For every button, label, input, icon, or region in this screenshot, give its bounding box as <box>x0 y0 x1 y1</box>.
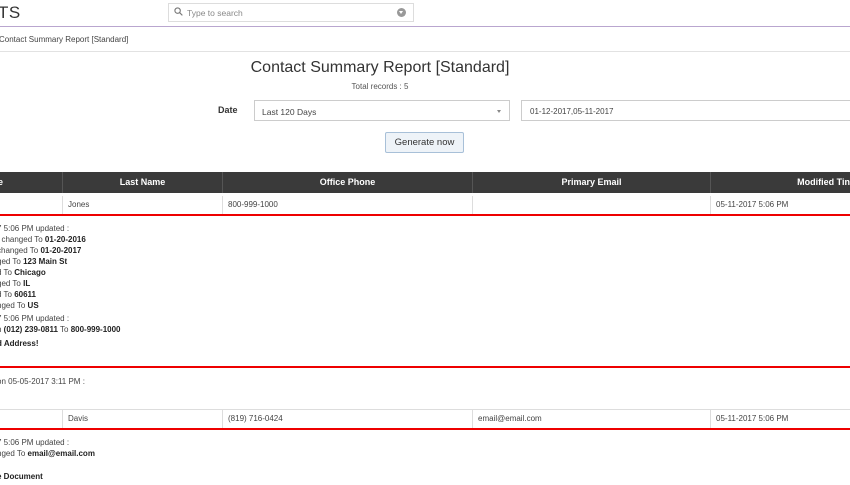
log-line: ged To IL <box>0 279 31 288</box>
app-brand[interactable]: TS <box>0 3 21 23</box>
log-line: d To Chicago <box>0 268 46 277</box>
log-line: n (012) 239-0811 To 800-999-1000 <box>0 325 121 334</box>
log-line: 7 5:06 PM updated : <box>0 224 70 233</box>
caret-down-icon <box>497 110 501 113</box>
breadcrumb-bar: Contact Summary Report [Standard] <box>0 27 850 52</box>
date-label: Date <box>218 105 238 115</box>
top-bar: TS Type to search <box>0 0 850 27</box>
log-line: 7 5:06 PM updated : <box>0 314 70 323</box>
cell-modified: 05-11-2017 5:06 PM <box>710 196 850 214</box>
log-note: d Address! <box>0 339 39 348</box>
log-note: e Document <box>0 472 43 481</box>
table-row[interactable]: Jones 800-999-1000 05-11-2017 5:06 PM <box>0 196 850 216</box>
col-header-primary-email[interactable]: Primary Email <box>472 172 710 193</box>
change-log-davis: 7 5:06 PM updated : nged To email@email.… <box>0 437 95 482</box>
cell-last-name: Davis <box>62 410 222 428</box>
total-records: Total records : 5 <box>351 82 409 91</box>
date-filter-select[interactable]: Last 120 Days <box>254 100 510 121</box>
row-divider <box>0 366 850 368</box>
cell-office-phone: 800-999-1000 <box>222 196 472 214</box>
date-range-value: 01-12-2017,05-11-2017 <box>530 107 614 116</box>
table-row[interactable]: Davis (819) 716-0424 email@email.com 05-… <box>0 409 850 430</box>
page-title: Contact Summary Report [Standard] <box>250 59 510 76</box>
date-range-field[interactable]: 01-12-2017,05-11-2017 <box>521 100 850 121</box>
chevron-down-icon[interactable] <box>397 8 406 17</box>
table-header: e Last Name Office Phone Primary Email M… <box>0 172 850 193</box>
log-line: nged To US <box>0 301 39 310</box>
breadcrumb[interactable]: Contact Summary Report [Standard] <box>0 35 128 44</box>
col-header-first-name[interactable]: e <box>0 172 62 193</box>
change-log-jones: 7 5:06 PM updated : : changed To 01-20-2… <box>0 223 121 349</box>
log-line: : changed To 01-20-2016 <box>0 235 86 244</box>
cell-primary-email: email@email.com <box>472 410 710 428</box>
search-box[interactable]: Type to search <box>168 3 414 22</box>
log-line: changed To 01-20-2017 <box>0 246 82 255</box>
col-header-last-name[interactable]: Last Name <box>62 172 222 193</box>
log-line: on 05-05-2017 3:11 PM : <box>0 377 85 386</box>
cell-primary-email <box>472 196 710 214</box>
col-header-office-phone[interactable]: Office Phone <box>222 172 472 193</box>
col-header-modified-time[interactable]: Modified Tin <box>710 172 850 193</box>
search-icon <box>174 7 183 16</box>
generate-now-button[interactable]: Generate now <box>385 132 464 153</box>
cell-last-name: Jones <box>62 196 222 214</box>
date-filter-value: Last 120 Days <box>262 107 317 117</box>
search-input[interactable]: Type to search <box>187 8 243 18</box>
log-line: nged To email@email.com <box>0 449 95 458</box>
log-line: d To 60611 <box>0 290 37 299</box>
log-line: 7 5:06 PM updated : <box>0 438 70 447</box>
log-line: ged To 123 Main St <box>0 257 68 266</box>
cell-office-phone: (819) 716-0424 <box>222 410 472 428</box>
cell-modified: 05-11-2017 5:06 PM <box>710 410 850 428</box>
